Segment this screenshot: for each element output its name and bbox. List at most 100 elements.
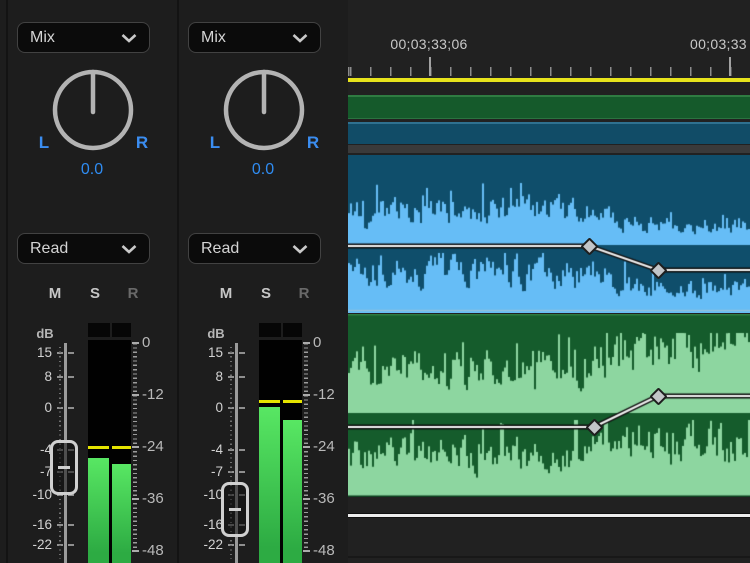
db-unit-label: dB	[34, 326, 56, 341]
input-channel-dropdown[interactable]: Mix	[188, 22, 321, 53]
record-arm-button[interactable]: R	[295, 285, 313, 302]
mute-button[interactable]: M	[46, 285, 64, 302]
fader-tick	[239, 407, 245, 409]
input-channel-label: Mix	[30, 29, 55, 47]
input-channel-label: Mix	[201, 29, 226, 47]
meter-scale-label: -24	[142, 438, 176, 455]
fader-scale-label: -7	[8, 464, 52, 479]
fader-scale-label: -4	[8, 442, 52, 457]
meter-tick	[303, 550, 310, 552]
pan-knob[interactable]	[219, 62, 309, 156]
meter-scale-label: -12	[313, 386, 347, 403]
ruler-timecode: 00;03;33	[690, 36, 747, 52]
volume-fader-handle[interactable]	[50, 440, 78, 495]
automation-mode-dropdown[interactable]: Read	[17, 233, 150, 264]
meter-bar-left	[259, 407, 280, 563]
meter-tick	[303, 394, 310, 396]
track-divider	[348, 556, 750, 558]
fader-scale-label: 0	[8, 400, 52, 415]
pan-right-label: R	[303, 133, 323, 153]
ruler-major-tick	[429, 57, 431, 76]
fader-scale-label: 15	[8, 345, 52, 360]
volume-fader-handle[interactable]	[221, 482, 249, 537]
fader-scale-label: -10	[8, 487, 52, 502]
meter-minor-ticks	[304, 343, 308, 553]
peak-indicator-left	[259, 400, 280, 403]
input-channel-dropdown[interactable]: Mix	[17, 22, 150, 53]
solo-button[interactable]: S	[257, 285, 275, 302]
pan-knob[interactable]	[48, 62, 138, 156]
meter-scale-label: 0	[313, 334, 347, 351]
ruler-timecode: 00;03;33;06	[379, 36, 479, 52]
meter-tick	[132, 498, 139, 500]
timeline-panel: 00;03;33;06 00;03;33	[348, 0, 750, 563]
meter-tick	[303, 498, 310, 500]
work-area-bar[interactable]	[348, 78, 750, 82]
fader-tick	[239, 376, 245, 378]
mute-button[interactable]: M	[217, 285, 235, 302]
fader-tick	[239, 471, 245, 473]
db-unit-label: dB	[205, 326, 227, 341]
fader-tick	[68, 524, 74, 526]
ruler-major-tick	[729, 57, 731, 76]
chevron-down-icon	[121, 244, 137, 254]
meter-scale-label: -24	[313, 438, 347, 455]
time-ruler[interactable]	[348, 67, 750, 76]
pan-value[interactable]: 0.0	[62, 161, 122, 179]
meter-scale-label: -36	[313, 490, 347, 507]
audio-track-clip-bar[interactable]	[348, 122, 750, 144]
meter-scale-label: 0	[142, 334, 176, 351]
meter-minor-ticks	[133, 343, 137, 553]
meter-scale-label: -48	[313, 542, 347, 559]
fader-scale-label: -16	[179, 517, 223, 532]
fader-tick	[239, 544, 245, 546]
fader-scale-label: 15	[179, 345, 223, 360]
meter-bar-right	[112, 464, 131, 563]
meter-bar-right	[283, 420, 302, 563]
fader-tick	[68, 352, 74, 354]
mixer-channel-strip-1: Mix L R 0.0 Read M S R dB 15 8 0 -4 -7 -…	[8, 0, 177, 563]
track-header-gap	[348, 145, 750, 153]
automation-mode-label: Read	[30, 240, 68, 258]
fader-tick	[68, 544, 74, 546]
chevron-down-icon	[292, 244, 308, 254]
pan-left-label: L	[34, 133, 54, 153]
meter-tick	[132, 394, 139, 396]
video-track-clip-bar[interactable]	[348, 95, 750, 119]
pan-value[interactable]: 0.0	[233, 161, 293, 179]
clip-indicator-left	[88, 323, 110, 337]
clip-indicator-left	[259, 323, 281, 337]
level-meter	[259, 340, 302, 563]
peak-indicator-left	[88, 446, 109, 449]
record-arm-button[interactable]: R	[124, 285, 142, 302]
track-automation-line[interactable]	[348, 513, 750, 518]
fader-tick	[68, 407, 74, 409]
fader-scale-label: 8	[179, 369, 223, 384]
automation-mode-label: Read	[201, 240, 239, 258]
fader-scale-label: 0	[179, 400, 223, 415]
meter-tick	[132, 342, 139, 344]
pan-right-label: R	[132, 133, 152, 153]
meter-tick	[132, 446, 139, 448]
peak-indicator-right	[283, 400, 302, 403]
audio-track-mixer-panel: Mix L R 0.0 Read M S R dB 15 8 0 -4 -7 -…	[0, 0, 348, 563]
chevron-down-icon	[121, 33, 137, 43]
meter-tick	[132, 550, 139, 552]
meter-scale-label: -48	[142, 542, 176, 559]
meter-bar-left	[88, 458, 109, 563]
mixer-channel-strip-2: Mix L R 0.0 Read M S R dB 15 8 0 -4 -7 -…	[179, 0, 348, 563]
solo-button[interactable]: S	[86, 285, 104, 302]
fader-scale-label: -22	[8, 537, 52, 552]
level-meter	[88, 340, 131, 563]
fader-scale-label: -16	[8, 517, 52, 532]
meter-scale-label: -12	[142, 386, 176, 403]
audio-clip-blue-waveform[interactable]	[348, 155, 750, 313]
automation-mode-dropdown[interactable]: Read	[188, 233, 321, 264]
fader-tick	[239, 352, 245, 354]
audio-clip-green-waveform[interactable]	[348, 314, 750, 497]
clip-indicator-right	[112, 323, 131, 337]
fader-tick	[68, 376, 74, 378]
fader-scale-label: -4	[179, 442, 223, 457]
pan-left-label: L	[205, 133, 225, 153]
fader-scale-label: 8	[8, 369, 52, 384]
